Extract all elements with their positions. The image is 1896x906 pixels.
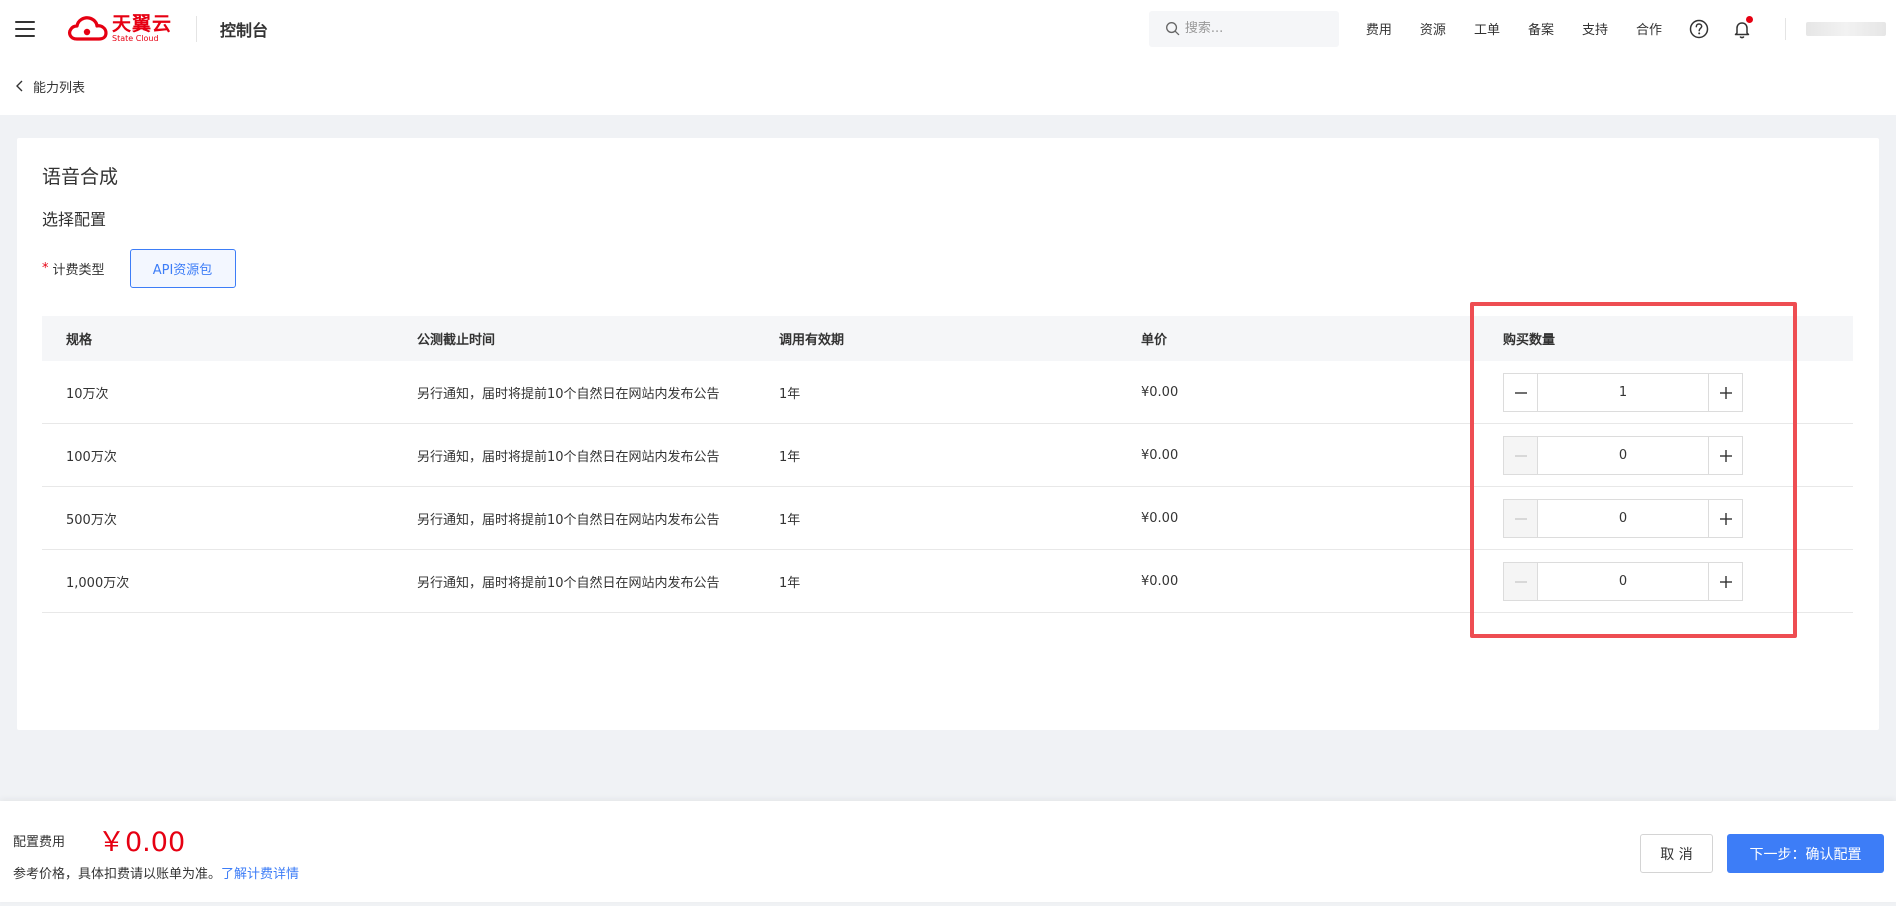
table-row: 500万次 另行通知，届时将提前10个自然日在网站内发布公告 1年 ¥0.00 [42, 487, 1853, 550]
plus-icon [1719, 449, 1732, 462]
billing-type-label: 计费类型 [52, 263, 105, 278]
increment-button[interactable] [1708, 563, 1742, 600]
increment-button[interactable] [1708, 500, 1742, 537]
cell-price: ¥0.00 [1141, 384, 1179, 400]
table-row: 1,000万次 另行通知，届时将提前10个自然日在网站内发布公告 1年 ¥0.0… [42, 550, 1853, 613]
minus-icon [1514, 454, 1527, 457]
header-spec: 规格 [66, 333, 93, 348]
plus-icon [1719, 575, 1732, 588]
required-mark: * [42, 261, 49, 276]
cell-spec: 500万次 [66, 512, 117, 528]
next-confirm-button[interactable]: 下一步：确认配置 [1727, 834, 1884, 873]
minus-icon [1514, 517, 1527, 520]
nav-fees[interactable]: 费用 [1366, 19, 1392, 38]
cell-price: ¥0.00 [1141, 510, 1179, 526]
cell-deadline: 另行通知，届时将提前10个自然日在网站内发布公告 [417, 386, 720, 402]
logo-text-cn: 天翼云 [112, 13, 173, 35]
cell-deadline: 另行通知，届时将提前10个自然日在网站内发布公告 [417, 449, 720, 465]
cell-deadline: 另行通知，届时将提前10个自然日在网站内发布公告 [417, 512, 720, 528]
header-deadline: 公测截止时间 [417, 333, 496, 348]
header-validity: 调用有效期 [779, 333, 845, 348]
footer-bar: 配置费用 ￥0.00 参考价格，具体扣费请以账单为准。了解计费详情 取 消 下一… [0, 801, 1896, 902]
config-card: 语音合成 选择配置 * 计费类型 API资源包 规格 公测截止时间 调用有效期 … [17, 138, 1879, 730]
breadcrumb: 能力列表 [0, 57, 1896, 115]
decrement-button[interactable] [1504, 563, 1538, 600]
nav-partner[interactable]: 合作 [1636, 19, 1662, 38]
quantity-stepper [1503, 562, 1743, 601]
cell-validity: 1年 [779, 449, 801, 465]
cell-validity: 1年 [779, 512, 801, 528]
top-header: 天翼云 State Cloud 控制台 费用 资源 工单 备案 支持 合作 [0, 0, 1896, 57]
cell-price: ¥0.00 [1141, 447, 1179, 463]
back-link[interactable]: 能力列表 [15, 77, 85, 96]
logo-text-en: State Cloud [112, 34, 159, 43]
table-row: 100万次 另行通知，届时将提前10个自然日在网站内发布公告 1年 ¥0.00 [42, 424, 1853, 487]
help-icon[interactable] [1688, 18, 1710, 40]
console-title[interactable]: 控制台 [220, 17, 268, 41]
search-icon [1165, 22, 1180, 36]
cell-spec: 100万次 [66, 449, 117, 465]
search-input[interactable] [1184, 21, 1325, 36]
logo[interactable]: 天翼云 State Cloud [67, 9, 172, 49]
cell-spec: 10万次 [66, 386, 109, 402]
increment-button[interactable] [1708, 437, 1742, 474]
header-price: 单价 [1141, 333, 1168, 348]
chevron-left-icon [16, 80, 23, 92]
fee-note: 参考价格，具体扣费请以账单为准。了解计费详情 [13, 863, 299, 882]
section-title: 选择配置 [42, 210, 107, 229]
menu-icon[interactable] [15, 20, 35, 37]
header-divider [196, 15, 198, 42]
minus-icon [1514, 391, 1527, 394]
cell-validity: 1年 [779, 386, 801, 402]
cell-price: ¥0.00 [1141, 573, 1179, 589]
bell-icon[interactable] [1731, 15, 1753, 40]
plus-icon [1719, 512, 1732, 525]
nav-tickets[interactable]: 工单 [1474, 19, 1500, 38]
product-title: 语音合成 [42, 166, 119, 188]
quantity-input[interactable] [1538, 500, 1708, 537]
nav-resources[interactable]: 资源 [1420, 19, 1446, 38]
quantity-input[interactable] [1538, 374, 1708, 411]
fee-note-text: 参考价格，具体扣费请以账单为准。 [13, 867, 222, 882]
quantity-input[interactable] [1538, 563, 1708, 600]
table-row: 10万次 另行通知，届时将提前10个自然日在网站内发布公告 1年 ¥0.00 [42, 361, 1853, 424]
cloud-logo-icon [68, 15, 108, 41]
quantity-input[interactable] [1538, 437, 1708, 474]
back-label: 能力列表 [33, 80, 86, 96]
plus-icon [1719, 386, 1732, 399]
cell-deadline: 另行通知，届时将提前10个自然日在网站内发布公告 [417, 575, 720, 591]
quantity-stepper [1503, 436, 1743, 475]
increment-button[interactable] [1708, 374, 1742, 411]
header-quantity: 购买数量 [1503, 333, 1556, 348]
billing-details-link[interactable]: 了解计费详情 [221, 867, 299, 882]
user-account[interactable] [1806, 21, 1886, 36]
decrement-button[interactable] [1504, 437, 1538, 474]
minus-icon [1514, 580, 1527, 583]
spec-table: 规格 公测截止时间 调用有效期 单价 购买数量 10万次 另行通知，届时将提前1… [42, 316, 1853, 613]
fee-label: 配置费用 [13, 835, 66, 850]
nav-filing[interactable]: 备案 [1528, 19, 1554, 38]
quantity-stepper [1503, 373, 1743, 412]
billing-option-api-package[interactable]: API资源包 [129, 249, 236, 288]
cell-spec: 1,000万次 [66, 575, 130, 591]
decrement-button[interactable] [1504, 374, 1538, 411]
table-header: 规格 公测截止时间 调用有效期 单价 购买数量 [42, 316, 1853, 361]
quantity-stepper [1503, 499, 1743, 538]
top-nav: 费用 资源 工单 备案 支持 合作 [1352, 19, 1676, 38]
notification-dot [1746, 15, 1753, 23]
nav-support[interactable]: 支持 [1582, 19, 1608, 38]
fee-value: ￥0.00 [98, 827, 186, 858]
search-box[interactable] [1148, 10, 1339, 47]
header-divider [1785, 17, 1786, 40]
decrement-button[interactable] [1504, 500, 1538, 537]
cancel-button[interactable]: 取 消 [1640, 834, 1713, 873]
cell-validity: 1年 [779, 575, 801, 591]
billing-type-row: * 计费类型 API资源包 [42, 249, 236, 288]
